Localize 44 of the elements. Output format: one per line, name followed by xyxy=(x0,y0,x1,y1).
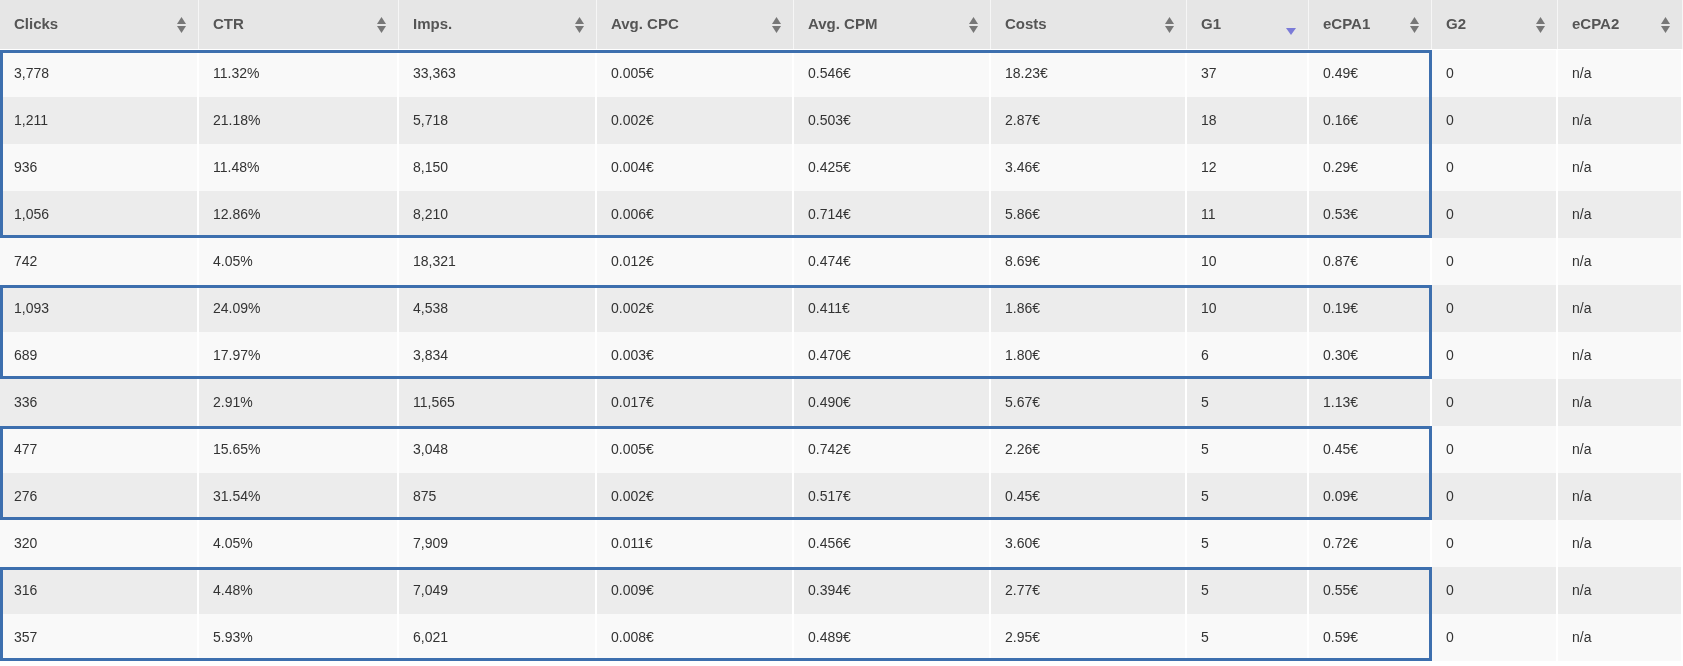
table-cell: 5.93% xyxy=(199,614,399,661)
table-cell: 336 xyxy=(0,379,199,426)
column-header[interactable]: Avg. CPC xyxy=(611,13,679,36)
table-cell: 0.456€ xyxy=(794,520,991,567)
table-cell: 6,021 xyxy=(399,614,597,661)
table-cell: 0.490€ xyxy=(794,379,991,426)
table-cell: 0.87€ xyxy=(1309,238,1432,285)
column-header[interactable]: Avg. CPM xyxy=(808,13,878,36)
table-cell: 0.474€ xyxy=(794,238,991,285)
table-cell: 0.489€ xyxy=(794,614,991,661)
table-cell: 0.017€ xyxy=(597,379,794,426)
table-cell: 357 xyxy=(0,614,199,661)
table-cell: 320 xyxy=(0,520,199,567)
column-header[interactable]: eCPA1 xyxy=(1323,13,1371,36)
table-cell: 2.95€ xyxy=(991,614,1187,661)
column-header[interactable]: Costs xyxy=(1005,13,1047,36)
column-header[interactable]: Imps. xyxy=(413,13,453,36)
table-cell: 8.69€ xyxy=(991,238,1187,285)
table-cell: 0 xyxy=(1432,614,1558,661)
table-cell: 4.05% xyxy=(199,238,399,285)
table-cell: 5.67€ xyxy=(991,379,1187,426)
table-cell: 0.59€ xyxy=(1309,614,1432,661)
table-cell: 742 xyxy=(0,238,199,285)
column-header[interactable]: CTR xyxy=(213,13,244,36)
column-header[interactable]: eCPA2 xyxy=(1572,13,1620,36)
table-cell: 2.91% xyxy=(199,379,399,426)
table-cell: 1.13€ xyxy=(1309,379,1432,426)
table-cell: 5 xyxy=(1187,379,1309,426)
table-cell: 0.011€ xyxy=(597,520,794,567)
column-header[interactable]: G1 xyxy=(1201,13,1221,36)
column-header[interactable]: Clicks xyxy=(14,13,59,36)
table-cell: n/a xyxy=(1558,614,1683,661)
table-cell: 0.008€ xyxy=(597,614,794,661)
table-cell: 11,565 xyxy=(399,379,597,426)
table-cell: 5 xyxy=(1187,520,1309,567)
table-cell: 0.72€ xyxy=(1309,520,1432,567)
table-cell: 18,321 xyxy=(399,238,597,285)
column-header[interactable]: G2 xyxy=(1446,13,1466,36)
table-cell: 3.60€ xyxy=(991,520,1187,567)
table-cell: 10 xyxy=(1187,238,1309,285)
table-cell: 7,909 xyxy=(399,520,597,567)
table-cell: 5 xyxy=(1187,614,1309,661)
table-cell: 4.05% xyxy=(199,520,399,567)
table-cell: 0.012€ xyxy=(597,238,794,285)
